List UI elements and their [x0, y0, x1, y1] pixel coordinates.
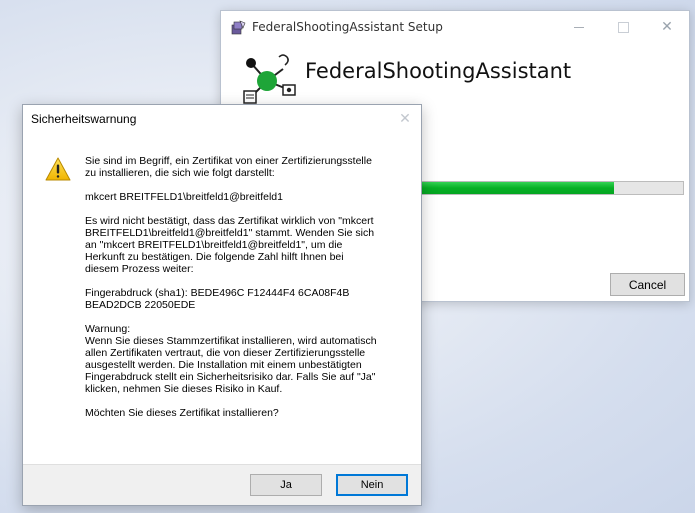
progress-fill — [418, 182, 615, 194]
warning-icon — [45, 157, 71, 181]
close-icon: ✕ — [399, 111, 411, 127]
minimize-icon — [574, 26, 584, 28]
yes-button[interactable]: Ja — [250, 474, 322, 496]
maximize-icon — [617, 21, 629, 33]
maximize-button[interactable] — [601, 11, 645, 43]
security-warning-dialog: Sicherheitswarnung ✕ Sie sind im Begriff… — [22, 104, 422, 506]
close-icon: ✕ — [661, 19, 673, 35]
message-warning: Warnung: Wenn Sie dieses Stammzertifikat… — [85, 323, 377, 395]
no-button[interactable]: Nein — [336, 474, 408, 496]
app-logo-icon — [243, 54, 296, 104]
setup-window-title: FederalShootingAssistant Setup — [252, 20, 443, 34]
message-verification: Es wird nicht bestätigt, dass das Zertif… — [85, 215, 375, 275]
installer-app-icon — [231, 20, 246, 35]
install-progress-bar — [417, 181, 684, 195]
message-fingerprint: Fingerabdruck (sha1): BEDE496C F12444F4 … — [85, 287, 350, 311]
dialog-titlebar[interactable]: Sicherheitswarnung ✕ — [23, 105, 421, 133]
setup-close-button[interactable]: ✕ — [645, 11, 689, 43]
message-question: Möchten Sie dieses Zertifikat installier… — [85, 407, 279, 419]
setup-titlebar[interactable]: FederalShootingAssistant Setup ✕ — [221, 11, 689, 43]
message-issuer: mkcert BREITFELD1\breitfeld1@breitfeld1 — [85, 191, 283, 203]
minimize-button[interactable] — [557, 11, 601, 43]
dialog-close-button[interactable]: ✕ — [395, 109, 415, 129]
dialog-button-bar: Ja Nein — [23, 464, 421, 505]
message-intro: Sie sind im Begriff, ein Zertifikat von … — [85, 155, 372, 179]
cancel-button[interactable]: Cancel — [610, 273, 685, 296]
dialog-title: Sicherheitswarnung — [31, 112, 137, 126]
setup-heading: FederalShootingAssistant — [305, 59, 572, 83]
dialog-message: Sie sind im Begriff, ein Zertifikat von … — [85, 155, 411, 431]
